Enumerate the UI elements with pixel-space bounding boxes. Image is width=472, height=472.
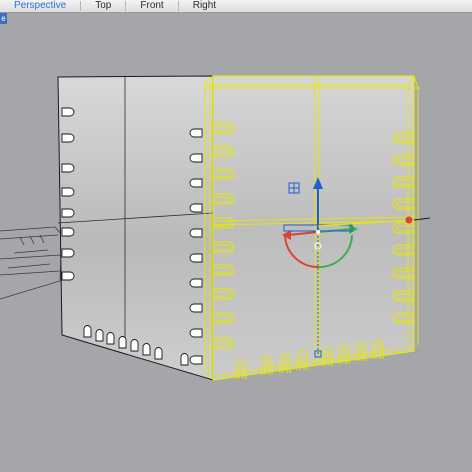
tab-top[interactable]: Top [81,0,125,12]
flat-part-outline [0,226,63,300]
viewport-tab-bar: Perspective Top Front Right [0,0,472,13]
perspective-viewport[interactable] [0,13,472,472]
tab-right[interactable]: Right [179,0,230,12]
box-left-face [57,75,214,381]
tab-front[interactable]: Front [126,0,177,12]
tab-perspective[interactable]: Perspective [0,0,80,12]
box-right-face-selected[interactable] [212,75,415,381]
